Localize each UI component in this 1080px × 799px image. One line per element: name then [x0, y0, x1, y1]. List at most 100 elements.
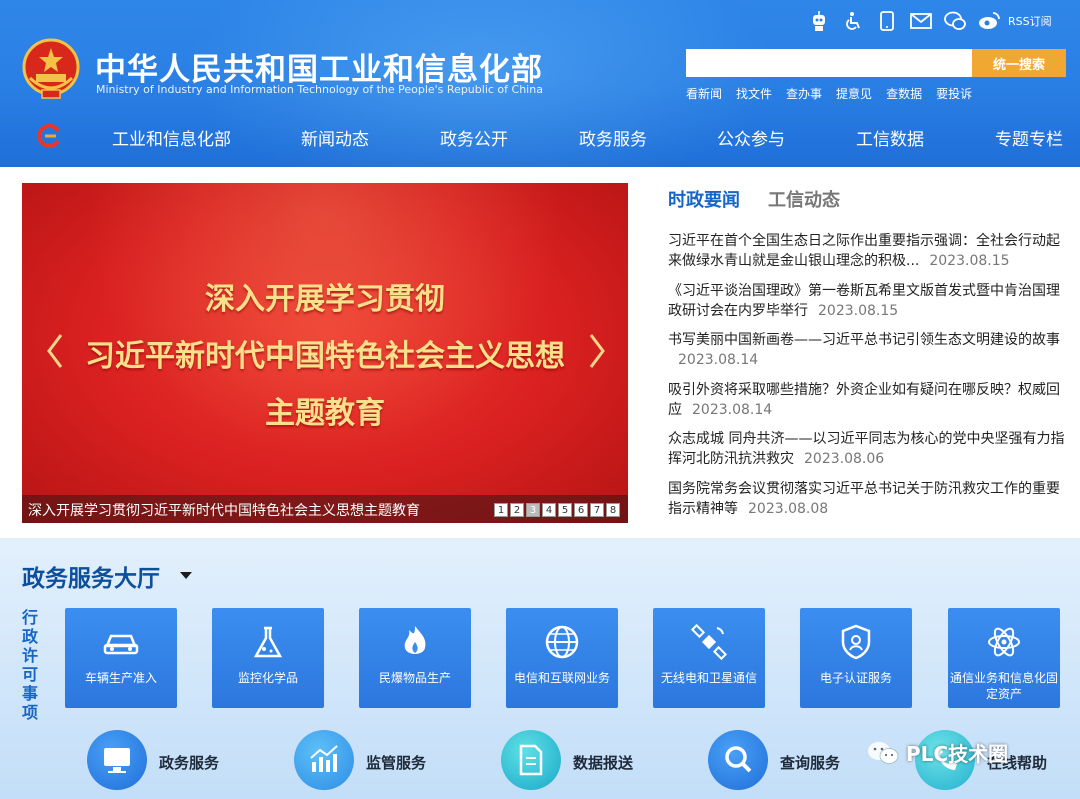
banner-line-3: 主题教育 — [265, 396, 385, 431]
gov-service-button[interactable] — [87, 730, 147, 790]
wechat-icon[interactable] — [942, 8, 968, 34]
nav-item-news[interactable]: 新闻动态 — [301, 125, 369, 150]
car-icon — [103, 634, 139, 655]
banner-slider[interactable]: 深入开展学习贯彻 习近平新时代中国特色社会主义思想 主题教育 深入开展学习贯彻习… — [22, 183, 628, 523]
main-nav: 工业和信息化部 新闻动态 政务公开 政务服务 公众参与 工信数据 专题专栏 — [0, 115, 1080, 160]
watermark-text: PLC技术圈 — [906, 742, 1009, 766]
utility-bar: RSS订阅 — [806, 8, 1052, 34]
monitor-icon — [104, 748, 130, 773]
news-title[interactable]: 国务院常务会议贯彻落实习近平总书记关于防汛救灾工作的重要指示精神等 — [668, 481, 1060, 517]
nav-item-data[interactable]: 工信数据 — [856, 125, 924, 150]
slider-page[interactable]: 1 — [494, 503, 508, 517]
news-item[interactable]: 习近平在首个全国生态日之际作出重要指示强调：全社会行动起来做绿水青山就是金山银山… — [668, 231, 1068, 281]
nav-item-public[interactable]: 公众参与 — [717, 125, 785, 150]
banner-caption-bar: 深入开展学习贯彻习近平新时代中国特色社会主义思想主题教育 1 2 3 4 5 6… — [22, 495, 628, 523]
card-label: 车辆生产准入 — [84, 671, 157, 685]
news-date: 2023.08.14 — [692, 401, 773, 418]
flame-icon — [404, 626, 426, 654]
slider-next-icon[interactable] — [588, 333, 606, 369]
slider-page[interactable]: 7 — [590, 503, 604, 517]
quick-link-files[interactable]: 找文件 — [736, 85, 772, 102]
nav-item-gov-service[interactable]: 政务服务 — [579, 125, 647, 150]
news-item[interactable]: 众志成城 同舟共济——以习近平同志为核心的党中央坚强有力指挥河北防汛抗洪救灾 20… — [668, 429, 1068, 479]
quick-link-news[interactable]: 看新闻 — [686, 85, 722, 102]
banner-caption[interactable]: 深入开展学习贯彻习近平新时代中国特色社会主义思想主题教育 — [28, 500, 420, 520]
card-label: 电子认证服务 — [819, 671, 892, 685]
news-date: 2023.08.14 — [678, 352, 759, 368]
service-card-e-cert[interactable]: 电子认证服务 — [800, 608, 912, 708]
document-icon — [519, 744, 543, 776]
chevron-down-icon[interactable] — [180, 572, 192, 579]
tab-industry-news[interactable]: 工信动态 — [768, 186, 840, 212]
card-label: 电信和互联网业务 — [513, 671, 610, 685]
banner-line-1: 深入开展学习贯彻 — [205, 282, 445, 317]
news-title[interactable]: 书写美丽中国新画卷——习近平总书记引领生态文明建设的故事 — [668, 332, 1060, 348]
news-tabs: 时政要闻 工信动态 — [668, 186, 868, 212]
slider-page[interactable]: 2 — [510, 503, 524, 517]
slider-prev-icon[interactable] — [46, 333, 64, 369]
globe-icon — [545, 625, 579, 659]
chart-icon — [310, 745, 338, 772]
supervision-service-button[interactable] — [294, 730, 354, 790]
watermark: PLC技术圈 — [866, 738, 1008, 767]
service-card-chemicals[interactable]: 监控化学品 — [212, 608, 324, 708]
site-subtitle-en: Ministry of Industry and Information Tec… — [96, 83, 543, 96]
miit-logo-icon[interactable] — [36, 123, 62, 149]
service-card-radio-satellite[interactable]: 无线电和卫星通信 — [653, 608, 765, 708]
slider-page[interactable]: 4 — [542, 503, 556, 517]
nav-item-ministry[interactable]: 工业和信息化部 — [112, 125, 231, 150]
quick-link-data[interactable]: 查数据 — [886, 85, 922, 102]
search-icon — [725, 746, 752, 773]
satellite-icon — [690, 623, 728, 661]
quick-link-complaint[interactable]: 要投诉 — [936, 85, 972, 102]
card-label: 通信业务和信息化固定资产 — [949, 671, 1058, 701]
robot-icon[interactable] — [806, 8, 832, 34]
news-item[interactable]: 《习近平谈治国理政》第一卷斯瓦希里文版首发式暨中肯治国理政研讨会在内罗毕举行 20… — [668, 281, 1068, 331]
quick-link-feedback[interactable]: 提意见 — [836, 85, 872, 102]
nav-item-gov-info[interactable]: 政务公开 — [440, 125, 508, 150]
shield-icon — [841, 624, 871, 660]
nav-item-topics[interactable]: 专题专栏 — [995, 125, 1063, 150]
weibo-icon[interactable] — [976, 8, 1002, 34]
news-item[interactable]: 国务院常务会议贯彻落实习近平总书记关于防汛救灾工作的重要指示精神等 2023.08… — [668, 479, 1068, 529]
news-item[interactable]: 吸引外资将采取哪些措施？外资企业如有疑问在哪反映？权威回应 2023.08.14 — [668, 380, 1068, 430]
banner-line-2: 习近平新时代中国特色社会主义思想 — [85, 339, 565, 374]
news-date: 2023.08.06 — [804, 451, 885, 467]
supervision-service-label[interactable]: 监管服务 — [366, 752, 426, 773]
rss-link[interactable]: RSS订阅 — [1008, 13, 1052, 29]
wechat-watermark-icon — [868, 741, 899, 764]
unified-search-button[interactable]: 统一搜索 — [972, 49, 1066, 77]
data-report-label[interactable]: 数据报送 — [573, 752, 633, 773]
query-service-button[interactable] — [708, 730, 768, 790]
site-header: 中华人民共和国工业和信息化部 Ministry of Industry and … — [0, 0, 1080, 167]
service-card-explosives[interactable]: 民爆物品生产 — [359, 608, 471, 708]
atom-icon — [988, 627, 1020, 657]
accessibility-icon[interactable] — [840, 8, 866, 34]
admin-license-label: 行政许可事项 — [21, 608, 38, 722]
query-service-label[interactable]: 查询服务 — [780, 752, 840, 773]
flask-icon — [253, 626, 283, 658]
service-card-fixed-assets[interactable]: 通信业务和信息化固定资产 — [948, 608, 1060, 708]
news-date: 2023.08.15 — [929, 253, 1010, 269]
slider-page[interactable]: 8 — [606, 503, 620, 517]
card-label: 无线电和卫星通信 — [660, 671, 757, 685]
slider-page-active[interactable]: 3 — [526, 503, 540, 517]
quick-links: 看新闻 找文件 查办事 提意见 查数据 要投诉 — [686, 85, 986, 102]
news-item[interactable]: 书写美丽中国新画卷——习近平总书记引领生态文明建设的故事 2023.08.14 — [668, 330, 1068, 380]
mail-icon[interactable] — [908, 8, 934, 34]
gov-service-label[interactable]: 政务服务 — [159, 752, 219, 773]
news-date: 2023.08.08 — [748, 500, 829, 517]
data-report-button[interactable] — [501, 730, 561, 790]
quick-link-services[interactable]: 查办事 — [786, 85, 822, 102]
slider-page[interactable]: 6 — [574, 503, 588, 517]
card-label: 民爆物品生产 — [378, 671, 451, 685]
service-card-telecom[interactable]: 电信和互联网业务 — [506, 608, 618, 708]
search-input[interactable] — [686, 49, 972, 77]
service-card-vehicle[interactable]: 车辆生产准入 — [65, 608, 177, 708]
news-list: 习近平在首个全国生态日之际作出重要指示强调：全社会行动起来做绿水青山就是金山银山… — [668, 231, 1068, 528]
tab-political-news[interactable]: 时政要闻 — [668, 186, 740, 212]
service-hall-title: 政务服务大厅 — [22, 566, 160, 592]
slider-page[interactable]: 5 — [558, 503, 572, 517]
national-emblem-icon[interactable] — [22, 38, 80, 100]
mobile-icon[interactable] — [874, 8, 900, 34]
